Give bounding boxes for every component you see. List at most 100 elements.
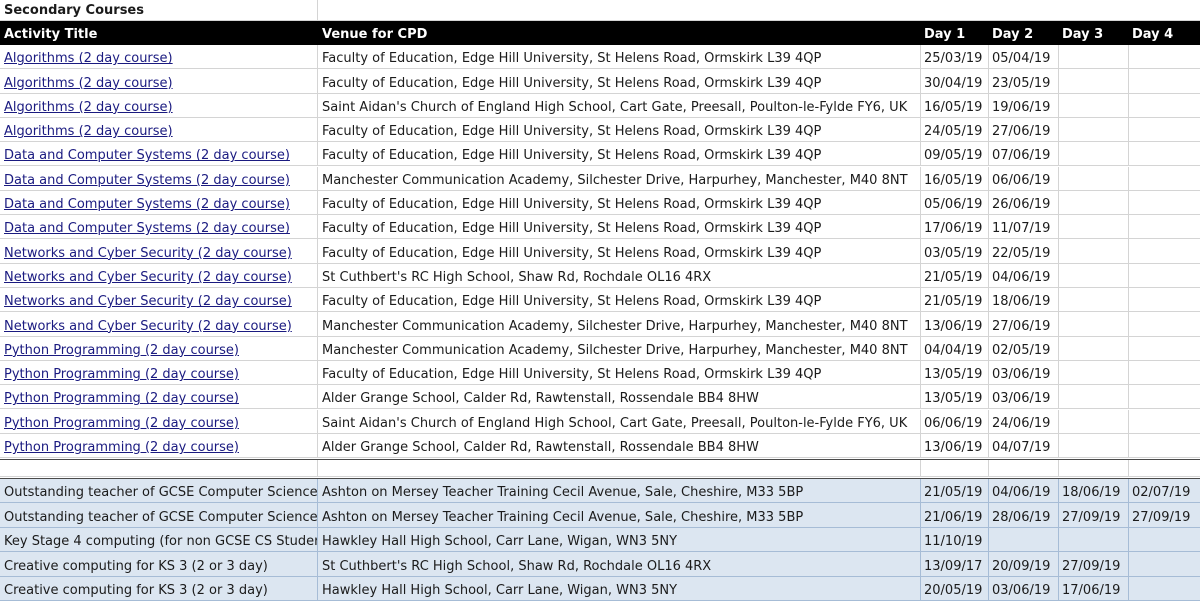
empty-cell[interactable] — [989, 0, 1059, 21]
activity-cell[interactable]: Python Programming (2 day course) — [0, 336, 318, 361]
day3-cell[interactable] — [1059, 288, 1129, 313]
venue-cell[interactable]: Faculty of Education, Edge Hill Universi… — [318, 45, 921, 70]
day3-cell[interactable] — [1059, 360, 1129, 386]
venue-cell[interactable]: Alder Grange School, Calder Rd, Rawtenst… — [318, 385, 921, 410]
day2-cell[interactable]: 28/06/19 — [989, 503, 1059, 528]
day3-cell[interactable]: 17/06/19 — [1059, 576, 1129, 601]
activity-link[interactable]: Data and Computer Systems (2 day course) — [4, 173, 290, 188]
venue-cell[interactable]: Manchester Communication Academy, Silche… — [318, 336, 921, 361]
venue-cell[interactable]: Faculty of Education, Edge Hill Universi… — [318, 215, 921, 240]
day4-cell[interactable] — [1129, 94, 1200, 118]
day4-cell[interactable] — [1129, 142, 1200, 167]
day2-cell[interactable]: 22/05/19 — [989, 239, 1059, 264]
day3-cell[interactable]: 27/09/19 — [1059, 552, 1129, 577]
day2-cell[interactable]: 03/06/19 — [989, 385, 1059, 410]
day1-cell[interactable]: 05/06/19 — [921, 190, 989, 216]
day2-cell[interactable]: 03/06/19 — [989, 576, 1059, 601]
venue-cell[interactable]: St Cuthbert's RC High School, Shaw Rd, R… — [318, 552, 921, 577]
header-day2[interactable]: Day 2 — [989, 21, 1059, 45]
activity-cell[interactable]: Data and Computer Systems (2 day course) — [0, 166, 318, 191]
day3-cell[interactable] — [1059, 527, 1129, 553]
day1-cell[interactable]: 24/05/19 — [921, 117, 989, 143]
activity-cell[interactable]: Outstanding teacher of GCSE Computer Sci… — [0, 479, 318, 504]
day3-cell[interactable] — [1059, 409, 1129, 434]
activity-cell[interactable]: Algorithms (2 day course) — [0, 45, 318, 70]
activity-cell[interactable]: Python Programming (2 day course) — [0, 385, 318, 410]
venue-cell[interactable]: Faculty of Education, Edge Hill Universi… — [318, 360, 921, 386]
day1-cell[interactable]: 20/05/19 — [921, 576, 989, 601]
venue-cell[interactable]: Faculty of Education, Edge Hill Universi… — [318, 117, 921, 143]
activity-link[interactable]: Networks and Cyber Security (2 day cours… — [4, 294, 292, 309]
day4-cell[interactable] — [1129, 434, 1200, 459]
activity-cell[interactable]: Outstanding teacher of GCSE Computer Sci… — [0, 503, 318, 528]
day3-cell[interactable] — [1059, 385, 1129, 410]
empty-cell[interactable] — [1129, 459, 1200, 477]
day3-cell[interactable]: 18/06/19 — [1059, 479, 1129, 504]
activity-cell[interactable]: Creative computing for KS 3 (2 or 3 day) — [0, 552, 318, 577]
venue-cell[interactable]: Faculty of Education, Edge Hill Universi… — [318, 190, 921, 216]
activity-link[interactable]: Algorithms (2 day course) — [4, 51, 173, 66]
day1-cell[interactable]: 06/06/19 — [921, 409, 989, 434]
activity-link[interactable]: Python Programming (2 day course) — [4, 343, 239, 358]
activity-cell[interactable]: Algorithms (2 day course) — [0, 117, 318, 143]
venue-cell[interactable]: Manchester Communication Academy, Silche… — [318, 166, 921, 191]
venue-cell[interactable]: Hawkley Hall High School, Carr Lane, Wig… — [318, 527, 921, 553]
activity-link[interactable]: Networks and Cyber Security (2 day cours… — [4, 319, 292, 334]
day4-cell[interactable] — [1129, 361, 1200, 386]
header-day1[interactable]: Day 1 — [921, 21, 989, 45]
day3-cell[interactable] — [1059, 190, 1129, 216]
day2-cell[interactable]: 03/06/19 — [989, 360, 1059, 386]
activity-cell[interactable]: Data and Computer Systems (2 day course) — [0, 142, 318, 167]
empty-cell[interactable] — [318, 0, 921, 21]
day3-cell[interactable] — [1059, 166, 1129, 191]
day3-cell[interactable] — [1059, 45, 1129, 70]
activity-link[interactable]: Networks and Cyber Security (2 day cours… — [4, 246, 292, 261]
day3-cell[interactable] — [1059, 215, 1129, 240]
empty-cell[interactable] — [1059, 459, 1129, 477]
day4-cell[interactable]: 27/09/19 — [1129, 503, 1200, 528]
day1-cell[interactable]: 13/06/19 — [921, 312, 989, 337]
day3-cell[interactable] — [1059, 117, 1129, 143]
activity-cell[interactable]: Data and Computer Systems (2 day course) — [0, 190, 318, 216]
activity-link[interactable]: Algorithms (2 day course) — [4, 124, 173, 139]
day3-cell[interactable] — [1059, 263, 1129, 288]
empty-cell[interactable] — [989, 459, 1059, 477]
activity-link[interactable]: Python Programming (2 day course) — [4, 440, 239, 455]
activity-cell[interactable]: Python Programming (2 day course) — [0, 433, 318, 459]
venue-cell[interactable]: Ashton on Mersey Teacher Training Cecil … — [318, 479, 921, 504]
activity-cell[interactable]: Networks and Cyber Security (2 day cours… — [0, 288, 318, 313]
day3-cell[interactable] — [1059, 142, 1129, 167]
day4-cell[interactable] — [1129, 239, 1200, 264]
activity-cell[interactable]: Key Stage 4 computing (for non GCSE CS S… — [0, 527, 318, 553]
day3-cell[interactable] — [1059, 433, 1129, 459]
empty-cell[interactable] — [921, 0, 989, 21]
day1-cell[interactable]: 09/05/19 — [921, 142, 989, 167]
day2-cell[interactable]: 05/04/19 — [989, 45, 1059, 70]
activity-link[interactable]: Networks and Cyber Security (2 day cours… — [4, 270, 292, 285]
day1-cell[interactable]: 13/05/19 — [921, 385, 989, 410]
day4-cell[interactable] — [1129, 527, 1200, 553]
day3-cell[interactable] — [1059, 69, 1129, 94]
day1-cell[interactable]: 11/10/19 — [921, 527, 989, 553]
day1-cell[interactable]: 17/06/19 — [921, 215, 989, 240]
venue-cell[interactable]: Manchester Communication Academy, Silche… — [318, 312, 921, 337]
venue-cell[interactable]: Hawkley Hall High School, Carr Lane, Wig… — [318, 576, 921, 601]
activity-link[interactable]: Data and Computer Systems (2 day course) — [4, 197, 290, 212]
empty-cell[interactable] — [1059, 0, 1129, 21]
day4-cell[interactable] — [1129, 337, 1200, 361]
header-day3[interactable]: Day 3 — [1059, 21, 1129, 45]
venue-cell[interactable]: St Cuthbert's RC High School, Shaw Rd, R… — [318, 263, 921, 288]
day4-cell[interactable] — [1129, 264, 1200, 288]
venue-cell[interactable]: Faculty of Education, Edge Hill Universi… — [318, 142, 921, 167]
venue-cell[interactable]: Saint Aidan's Church of England High Sch… — [318, 93, 921, 118]
day2-cell[interactable]: 07/06/19 — [989, 142, 1059, 167]
day4-cell[interactable] — [1129, 45, 1200, 70]
day2-cell[interactable]: 27/06/19 — [989, 312, 1059, 337]
activity-link[interactable]: Python Programming (2 day course) — [4, 416, 239, 431]
day4-cell[interactable] — [1129, 288, 1200, 313]
day2-cell[interactable]: 11/07/19 — [989, 215, 1059, 240]
day4-cell[interactable] — [1129, 215, 1200, 240]
header-activity[interactable]: Activity Title — [0, 21, 318, 45]
day2-cell[interactable]: 23/05/19 — [989, 69, 1059, 94]
activity-link[interactable]: Python Programming (2 day course) — [4, 367, 239, 382]
